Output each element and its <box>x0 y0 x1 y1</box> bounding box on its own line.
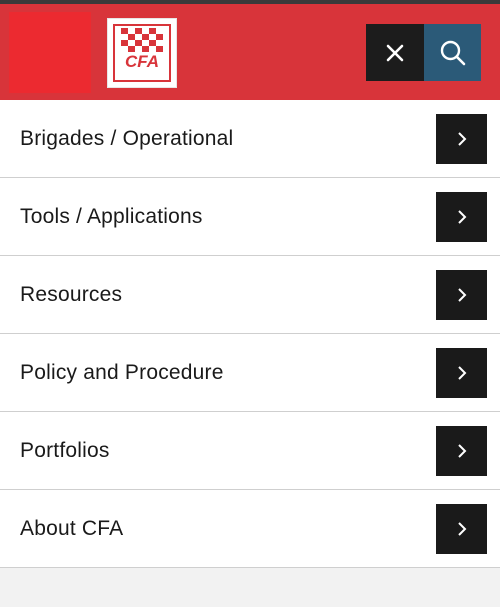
chevron-right-icon <box>457 132 466 146</box>
expand-button[interactable] <box>436 348 487 398</box>
menu-item-label: Portfolios <box>20 439 110 462</box>
site-header: CFA <box>0 4 500 100</box>
expand-button[interactable] <box>436 504 487 554</box>
chevron-right-icon <box>457 288 466 302</box>
menu-item-tools-applications[interactable]: Tools / Applications <box>0 178 500 256</box>
menu-item-label: About CFA <box>20 517 124 540</box>
chevron-right-icon <box>457 210 466 224</box>
menu-item-resources[interactable]: Resources <box>0 256 500 334</box>
expand-button[interactable] <box>436 426 487 476</box>
menu-item-label: Policy and Procedure <box>20 361 224 384</box>
close-icon <box>386 44 404 61</box>
search-button[interactable] <box>424 24 481 81</box>
menu-item-portfolios[interactable]: Portfolios <box>0 412 500 490</box>
page-background <box>0 569 500 607</box>
menu-item-brigades-operational[interactable]: Brigades / Operational <box>0 100 500 178</box>
menu-item-label: Tools / Applications <box>20 205 203 228</box>
expand-button[interactable] <box>436 114 487 164</box>
menu-item-label: Resources <box>20 283 123 306</box>
chevron-right-icon <box>457 366 466 380</box>
search-icon <box>440 40 465 65</box>
logo-text: CFA <box>125 52 159 71</box>
expand-button[interactable] <box>436 192 487 242</box>
cfa-logo[interactable]: CFA <box>107 18 177 88</box>
expand-button[interactable] <box>436 270 487 320</box>
chevron-right-icon <box>457 444 466 458</box>
header-placeholder-block <box>9 12 91 93</box>
navigation-menu: Brigades / Operational Tools / Applicati… <box>0 100 500 568</box>
menu-item-about-cfa[interactable]: About CFA <box>0 490 500 568</box>
menu-item-policy-and-procedure[interactable]: Policy and Procedure <box>0 334 500 412</box>
chevron-right-icon <box>457 522 466 536</box>
menu-item-label: Brigades / Operational <box>20 127 234 150</box>
close-menu-button[interactable] <box>366 24 424 81</box>
